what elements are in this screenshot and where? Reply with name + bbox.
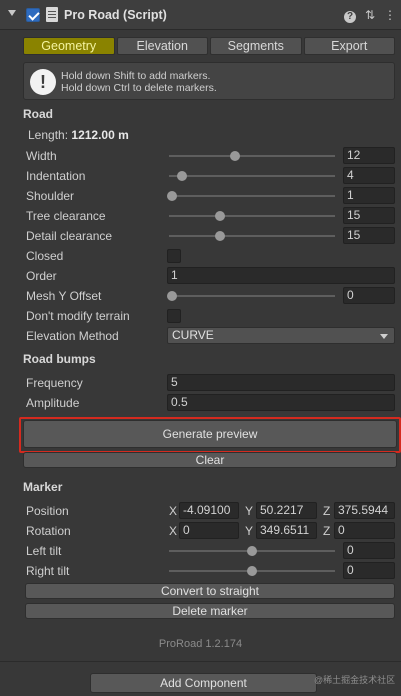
- kebab-menu-icon[interactable]: ⋮: [382, 7, 398, 23]
- help-icon[interactable]: ?: [342, 7, 358, 23]
- mesh-y-offset-slider[interactable]: [167, 291, 335, 301]
- rotation-label: Rotation: [26, 524, 71, 538]
- frequency-label: Frequency: [26, 376, 83, 390]
- rotation-y-field[interactable]: 349.6511: [256, 522, 317, 539]
- elevation-method-value: CURVE: [172, 328, 214, 342]
- tab-segments[interactable]: Segments: [210, 37, 302, 55]
- amplitude-label: Amplitude: [26, 396, 80, 410]
- shoulder-slider[interactable]: [167, 191, 335, 201]
- chevron-down-icon: [380, 334, 388, 339]
- help-text: Hold down Shift to add markers. Hold dow…: [61, 70, 217, 94]
- rotation-x-field[interactable]: 0: [179, 522, 239, 539]
- length-value: 1212.00 m: [71, 128, 129, 142]
- tab-geometry[interactable]: Geometry: [23, 37, 115, 55]
- inspector-divider: [0, 661, 401, 662]
- clear-button[interactable]: Clear: [23, 452, 397, 468]
- position-z-axis: Z: [323, 504, 331, 518]
- rotation-z-axis: Z: [323, 524, 331, 538]
- foldout-arrow-icon[interactable]: [8, 10, 16, 16]
- position-y-field[interactable]: 50.2217: [256, 502, 317, 519]
- tab-elevation[interactable]: Elevation: [116, 37, 208, 55]
- tree-clearance-label: Tree clearance: [26, 209, 106, 223]
- tree-clearance-slider-thumb[interactable]: [215, 211, 226, 221]
- length-readout: Length: 1212.00 m: [28, 128, 129, 142]
- tree-clearance-field[interactable]: 15: [343, 207, 395, 224]
- elevation-method-label: Elevation Method: [26, 329, 119, 343]
- road-bumps-section-label: Road bumps: [23, 352, 96, 366]
- position-y-axis: Y: [245, 504, 254, 518]
- position-x-axis: X: [169, 504, 178, 518]
- enabled-checkbox[interactable]: [26, 8, 40, 22]
- rotation-z-field[interactable]: 0: [334, 522, 395, 539]
- left-tilt-field[interactable]: 0: [343, 542, 395, 559]
- info-icon: !: [30, 69, 56, 95]
- mesh-y-offset-field[interactable]: 0: [343, 287, 395, 304]
- left-tilt-slider-thumb[interactable]: [247, 546, 257, 556]
- highlight-box: [19, 417, 401, 453]
- detail-clearance-slider[interactable]: [169, 231, 335, 241]
- indentation-slider-thumb[interactable]: [177, 171, 188, 181]
- frequency-field[interactable]: 5: [167, 374, 395, 391]
- indentation-slider[interactable]: [169, 171, 335, 181]
- road-section-label: Road: [23, 107, 53, 121]
- right-tilt-field[interactable]: 0: [343, 562, 395, 579]
- closed-label: Closed: [26, 249, 64, 263]
- version-label: ProRoad 1.2.174: [158, 638, 243, 650]
- rotation-x-axis: X: [169, 524, 178, 538]
- indentation-label: Indentation: [26, 169, 86, 183]
- help-line-shift: Hold down Shift to add markers.: [61, 70, 211, 82]
- shoulder-field[interactable]: 1: [343, 187, 395, 204]
- detail-clearance-slider-thumb[interactable]: [215, 231, 226, 241]
- indentation-field[interactable]: 4: [343, 167, 395, 184]
- detail-clearance-field[interactable]: 15: [343, 227, 395, 244]
- help-box: ! Hold down Shift to add markers. Hold d…: [23, 62, 395, 100]
- right-tilt-label: Right tilt: [26, 564, 70, 578]
- component-header: Pro Road (Script) ? ⇅ ⋮: [0, 0, 401, 30]
- elevation-method-dropdown[interactable]: CURVE: [167, 327, 395, 344]
- width-field[interactable]: 12: [343, 147, 395, 164]
- watermark: @稀土掘金技术社区: [314, 675, 396, 685]
- rotation-y-axis: Y: [245, 524, 254, 538]
- tab-export[interactable]: Export: [303, 37, 395, 55]
- position-z-field[interactable]: 375.5944: [334, 502, 395, 519]
- length-label: Length:: [28, 128, 69, 142]
- delete-marker-button[interactable]: Delete marker: [25, 603, 395, 619]
- detail-clearance-label: Detail clearance: [26, 229, 113, 243]
- add-component-button[interactable]: Add Component: [90, 673, 317, 693]
- component-title: Pro Road (Script): [64, 8, 167, 22]
- shoulder-label: Shoulder: [26, 189, 75, 203]
- left-tilt-label: Left tilt: [26, 544, 62, 558]
- mesh-y-offset-slider-thumb[interactable]: [167, 291, 178, 301]
- closed-checkbox[interactable]: [167, 249, 181, 263]
- tree-clearance-slider[interactable]: [169, 211, 335, 221]
- convert-to-straight-button[interactable]: Convert to straight: [25, 583, 395, 599]
- right-tilt-slider-thumb[interactable]: [247, 566, 257, 576]
- help-line-ctrl: Hold down Ctrl to delete markers.: [61, 82, 217, 94]
- position-x-field[interactable]: -4.09100: [179, 502, 239, 519]
- position-label: Position: [26, 504, 69, 518]
- width-slider[interactable]: [169, 151, 335, 161]
- amplitude-field[interactable]: 0.5: [167, 394, 395, 411]
- order-field[interactable]: 1: [167, 267, 395, 284]
- order-label: Order: [26, 269, 57, 283]
- tab-bar: Geometry Elevation Segments Export: [23, 37, 395, 55]
- shoulder-slider-thumb[interactable]: [167, 191, 178, 201]
- presets-icon[interactable]: ⇅: [362, 7, 378, 23]
- dont-modify-terrain-checkbox[interactable]: [167, 309, 181, 323]
- width-slider-thumb[interactable]: [230, 151, 241, 161]
- mesh-y-offset-label: Mesh Y Offset: [26, 289, 102, 303]
- left-tilt-slider[interactable]: [169, 546, 335, 556]
- right-tilt-slider[interactable]: [169, 566, 335, 576]
- width-label: Width: [26, 149, 57, 163]
- dont-modify-terrain-label: Don't modify terrain: [26, 309, 130, 323]
- marker-section-label: Marker: [23, 480, 63, 494]
- script-icon: [46, 7, 58, 22]
